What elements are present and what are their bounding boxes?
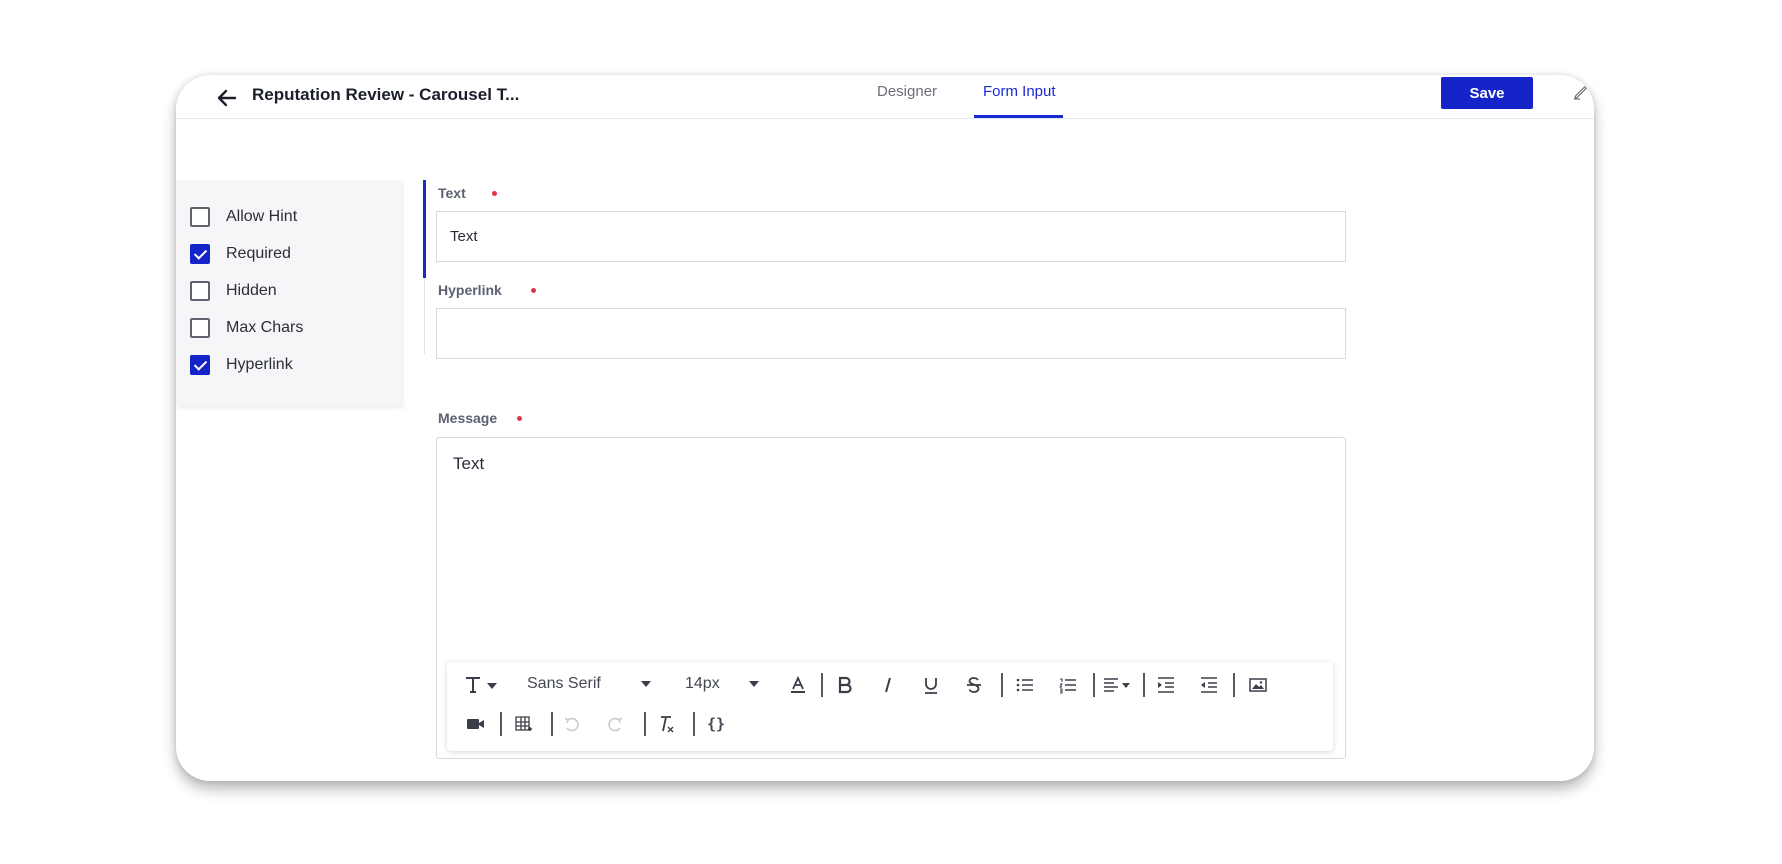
back-arrow-icon[interactable] <box>214 85 240 111</box>
required-indicator <box>531 288 536 293</box>
field-options-panel: Allow Hint Required Hidden Max Chars Hyp… <box>176 180 401 406</box>
toolbar-separator <box>644 712 646 736</box>
numbered-list-icon[interactable] <box>1055 673 1081 697</box>
option-max-chars[interactable]: Max Chars <box>190 317 303 339</box>
option-label: Allow Hint <box>226 208 298 225</box>
code-braces-icon[interactable]: {} <box>701 712 731 736</box>
option-required[interactable]: Required <box>190 243 291 265</box>
toolbar-separator <box>1093 673 1095 697</box>
option-allow-hint[interactable]: Allow Hint <box>190 206 297 228</box>
toolbar-separator <box>1001 673 1003 697</box>
clear-formatting-icon[interactable] <box>653 712 679 736</box>
option-label: Max Chars <box>226 319 304 336</box>
font-size-dropdown[interactable]: 14px <box>685 675 759 693</box>
toolbar-separator <box>1233 673 1235 697</box>
divider <box>424 278 425 354</box>
hyperlink-checkbox[interactable] <box>190 355 210 375</box>
selected-field-indicator <box>423 180 426 278</box>
chevron-down-icon <box>748 681 759 687</box>
hyperlink-input[interactable] <box>436 308 1346 359</box>
toolbar-separator <box>693 712 695 736</box>
hyperlink-field-label: Hyperlink <box>438 282 502 298</box>
page-title: Reputation Review - Carousel T... <box>252 85 520 104</box>
message-editor[interactable]: Text Sans Serif 14px {} <box>436 437 1346 759</box>
font-family-dropdown[interactable]: Sans Serif <box>527 675 651 693</box>
tab-form-input[interactable]: Form Input <box>983 83 1056 100</box>
required-indicator <box>517 416 522 421</box>
outdent-icon[interactable] <box>1196 673 1222 697</box>
option-hyperlink[interactable]: Hyperlink <box>190 354 293 376</box>
redo-icon[interactable] <box>602 712 628 736</box>
tab-designer[interactable]: Designer <box>877 83 937 100</box>
toolbar-separator <box>551 712 553 736</box>
option-label: Hidden <box>226 282 277 299</box>
text-style-icon[interactable] <box>462 673 500 697</box>
hidden-checkbox[interactable] <box>190 281 210 301</box>
strikethrough-icon[interactable] <box>961 673 987 697</box>
option-label: Required <box>226 245 291 262</box>
font-color-icon[interactable] <box>785 673 811 697</box>
undo-icon[interactable] <box>559 712 585 736</box>
required-checkbox[interactable] <box>190 244 210 264</box>
table-icon[interactable] <box>510 712 536 736</box>
font-family-value: Sans Serif <box>527 675 601 692</box>
bullet-list-icon[interactable] <box>1012 673 1038 697</box>
form-editor-window: Reputation Review - Carousel T... Design… <box>176 75 1594 781</box>
message-field-label: Message <box>438 410 498 426</box>
text-field-label: Text <box>438 185 466 201</box>
indent-icon[interactable] <box>1153 673 1179 697</box>
option-label: Hyperlink <box>226 356 293 373</box>
underline-icon[interactable] <box>918 673 944 697</box>
image-icon[interactable] <box>1245 673 1271 697</box>
font-size-value: 14px <box>685 675 720 692</box>
max-chars-checkbox[interactable] <box>190 318 210 338</box>
bold-icon[interactable] <box>832 673 858 697</box>
editor-toolbar: Sans Serif 14px {} <box>447 662 1333 751</box>
toolbar-separator <box>821 673 823 697</box>
toolbar-separator <box>1143 673 1145 697</box>
align-icon[interactable] <box>1102 673 1136 697</box>
required-indicator <box>492 191 497 196</box>
chevron-down-icon <box>640 681 651 687</box>
option-hidden[interactable]: Hidden <box>190 280 277 302</box>
message-content[interactable]: Text <box>453 454 484 474</box>
top-bar: Reputation Review - Carousel T... Design… <box>176 75 1594 119</box>
toolbar-separator <box>500 712 502 736</box>
video-icon[interactable] <box>462 712 488 736</box>
active-tab-indicator <box>974 115 1063 118</box>
text-input[interactable] <box>436 211 1346 262</box>
allow-hint-checkbox[interactable] <box>190 207 210 227</box>
italic-icon[interactable] <box>875 673 901 697</box>
save-button[interactable]: Save <box>1441 77 1533 109</box>
pencil-icon[interactable] <box>1572 83 1590 101</box>
